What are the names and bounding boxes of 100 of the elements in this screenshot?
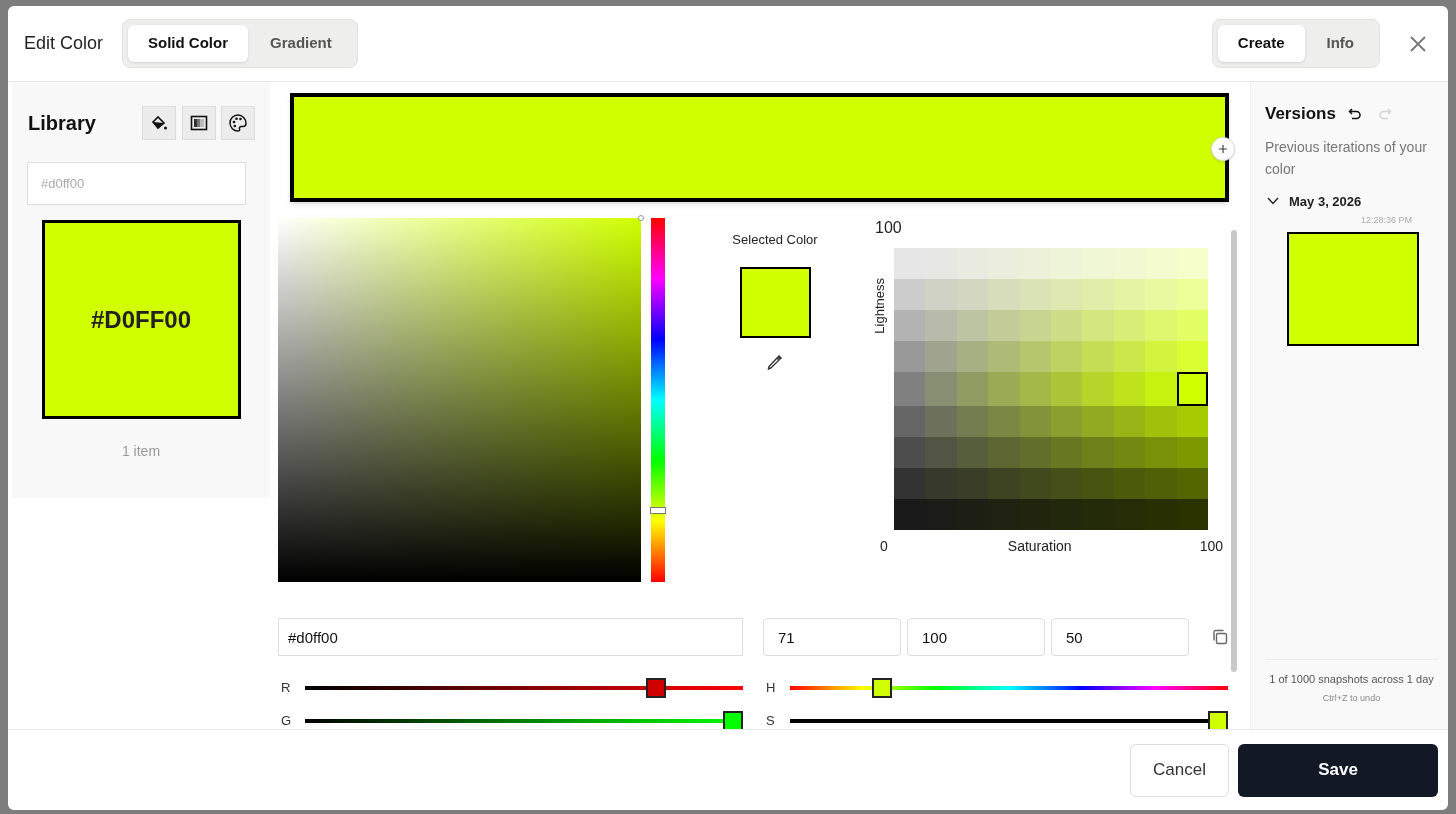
grid-swatch[interactable] bbox=[925, 437, 957, 469]
grid-swatch[interactable] bbox=[894, 248, 926, 279]
hue-handle[interactable] bbox=[650, 506, 666, 514]
axis-label: 100 bbox=[1199, 537, 1223, 556]
slider-label: S bbox=[765, 712, 776, 729]
grid-swatch[interactable] bbox=[894, 499, 926, 530]
hue-strip[interactable] bbox=[651, 218, 665, 582]
grid-swatch[interactable] bbox=[1082, 340, 1114, 372]
slider-handle[interactable] bbox=[646, 678, 667, 698]
tab[interactable]: Info bbox=[1306, 25, 1374, 62]
selected-color-label: Selected Color bbox=[732, 231, 818, 249]
grid-swatch[interactable] bbox=[1145, 468, 1177, 500]
date-group-toggle[interactable]: May 3, 2026 bbox=[1265, 191, 1440, 211]
grid-swatch[interactable] bbox=[988, 406, 1020, 438]
grid-swatch[interactable] bbox=[925, 468, 957, 500]
paint-bucket-icon bbox=[150, 114, 168, 132]
grid-swatch[interactable] bbox=[988, 309, 1020, 341]
axis-label: 0 bbox=[880, 537, 888, 556]
grid-swatch[interactable] bbox=[1176, 248, 1208, 279]
grid-swatch[interactable] bbox=[1082, 371, 1114, 407]
redo-icon bbox=[1377, 106, 1392, 121]
hex-input[interactable]: #d0ff00 bbox=[278, 618, 743, 656]
grid-swatch[interactable] bbox=[1145, 340, 1177, 372]
grid-swatch[interactable] bbox=[1051, 406, 1083, 438]
search-field[interactable]: #d0ff00 bbox=[27, 162, 246, 205]
grid-swatch[interactable] bbox=[894, 309, 926, 341]
tab[interactable]: Create bbox=[1217, 25, 1305, 62]
tab[interactable]: Gradient bbox=[250, 25, 352, 62]
grid-swatch[interactable] bbox=[1019, 437, 1051, 469]
grid-swatch[interactable] bbox=[1082, 437, 1114, 469]
grid-swatch[interactable] bbox=[1113, 468, 1146, 500]
grid-swatch[interactable] bbox=[956, 468, 989, 500]
number-input[interactable]: 100 bbox=[907, 618, 1045, 656]
axis-label: 100 bbox=[875, 218, 903, 238]
close-icon bbox=[1409, 34, 1427, 53]
grid-swatch[interactable] bbox=[1145, 278, 1177, 310]
picker-handle[interactable] bbox=[638, 215, 644, 221]
grid-swatch[interactable] bbox=[956, 437, 989, 469]
eyedropper-icon bbox=[766, 352, 784, 371]
dialog-title: Edit Color bbox=[24, 32, 104, 55]
grid-swatch[interactable] bbox=[894, 437, 926, 469]
grid-swatch[interactable] bbox=[1145, 406, 1177, 438]
grid-swatch[interactable] bbox=[925, 340, 957, 372]
grid-swatch[interactable] bbox=[1019, 406, 1051, 438]
grid-swatch[interactable] bbox=[1082, 278, 1114, 310]
grid-swatch[interactable] bbox=[1051, 468, 1083, 500]
slider[interactable] bbox=[790, 678, 1228, 698]
grid-swatch[interactable] bbox=[956, 406, 989, 438]
versions-title: Versions bbox=[1265, 103, 1336, 125]
grid-swatch[interactable] bbox=[1082, 468, 1114, 500]
solid-fill-button[interactable] bbox=[142, 106, 176, 140]
grid-swatch[interactable] bbox=[1145, 371, 1177, 407]
gradient-button[interactable] bbox=[182, 106, 216, 140]
grid-swatch[interactable] bbox=[1113, 437, 1146, 469]
slider[interactable] bbox=[305, 711, 743, 729]
number-input[interactable]: 71 bbox=[763, 618, 901, 656]
grid-swatch[interactable] bbox=[1082, 309, 1114, 341]
grid-swatch[interactable] bbox=[1176, 437, 1208, 469]
slider-handle[interactable] bbox=[1208, 711, 1228, 729]
grid-swatch[interactable] bbox=[1019, 468, 1051, 500]
slider-handle[interactable] bbox=[723, 711, 743, 729]
grid-swatch[interactable] bbox=[1176, 406, 1208, 438]
grid-swatch[interactable] bbox=[894, 371, 926, 407]
save-button[interactable]: Save bbox=[1238, 743, 1438, 797]
slider[interactable] bbox=[305, 678, 743, 698]
grid-swatch[interactable] bbox=[988, 437, 1020, 469]
slider[interactable] bbox=[790, 711, 1228, 729]
selected-color-swatch bbox=[739, 266, 811, 338]
grid-swatch[interactable] bbox=[925, 371, 957, 407]
grid-swatch[interactable] bbox=[988, 278, 1020, 310]
grid-swatch[interactable] bbox=[894, 340, 926, 372]
grid-swatch[interactable] bbox=[1113, 406, 1146, 438]
grid-swatch[interactable] bbox=[1145, 309, 1177, 341]
grid-swatch[interactable] bbox=[925, 406, 957, 438]
library-swatch[interactable]: #D0FF00 bbox=[41, 220, 241, 419]
cancel-button[interactable]: Cancel bbox=[1130, 743, 1229, 797]
snapshot-summary: 1 of 1000 snapshots across 1 day bbox=[1269, 672, 1434, 687]
palette-button[interactable] bbox=[221, 106, 255, 140]
grid-swatch[interactable] bbox=[1051, 437, 1083, 469]
grid-swatch[interactable] bbox=[988, 468, 1020, 500]
grid-swatch[interactable] bbox=[1082, 406, 1114, 438]
grid-swatch[interactable] bbox=[1145, 437, 1177, 469]
add-button[interactable] bbox=[1211, 137, 1235, 161]
grid-swatch[interactable] bbox=[1176, 499, 1208, 530]
grid-swatch[interactable] bbox=[988, 340, 1020, 372]
grid-swatch[interactable] bbox=[894, 406, 926, 438]
grid-swatch[interactable] bbox=[925, 278, 957, 310]
tab[interactable]: Solid Color bbox=[128, 25, 249, 62]
number-input[interactable]: 50 bbox=[1051, 618, 1189, 656]
grid-swatch[interactable] bbox=[988, 371, 1020, 407]
scrollbar[interactable] bbox=[1231, 230, 1237, 672]
grid-swatch[interactable] bbox=[894, 278, 926, 310]
grid-swatch[interactable] bbox=[925, 309, 957, 341]
palette-icon bbox=[228, 113, 248, 133]
slider-label: H bbox=[765, 679, 777, 698]
grid-swatch[interactable] bbox=[1176, 468, 1208, 500]
slider-handle[interactable] bbox=[872, 678, 893, 698]
version-swatch[interactable] bbox=[1287, 231, 1419, 346]
grid-swatch[interactable] bbox=[894, 468, 926, 500]
saturation-value-area[interactable] bbox=[278, 218, 641, 582]
